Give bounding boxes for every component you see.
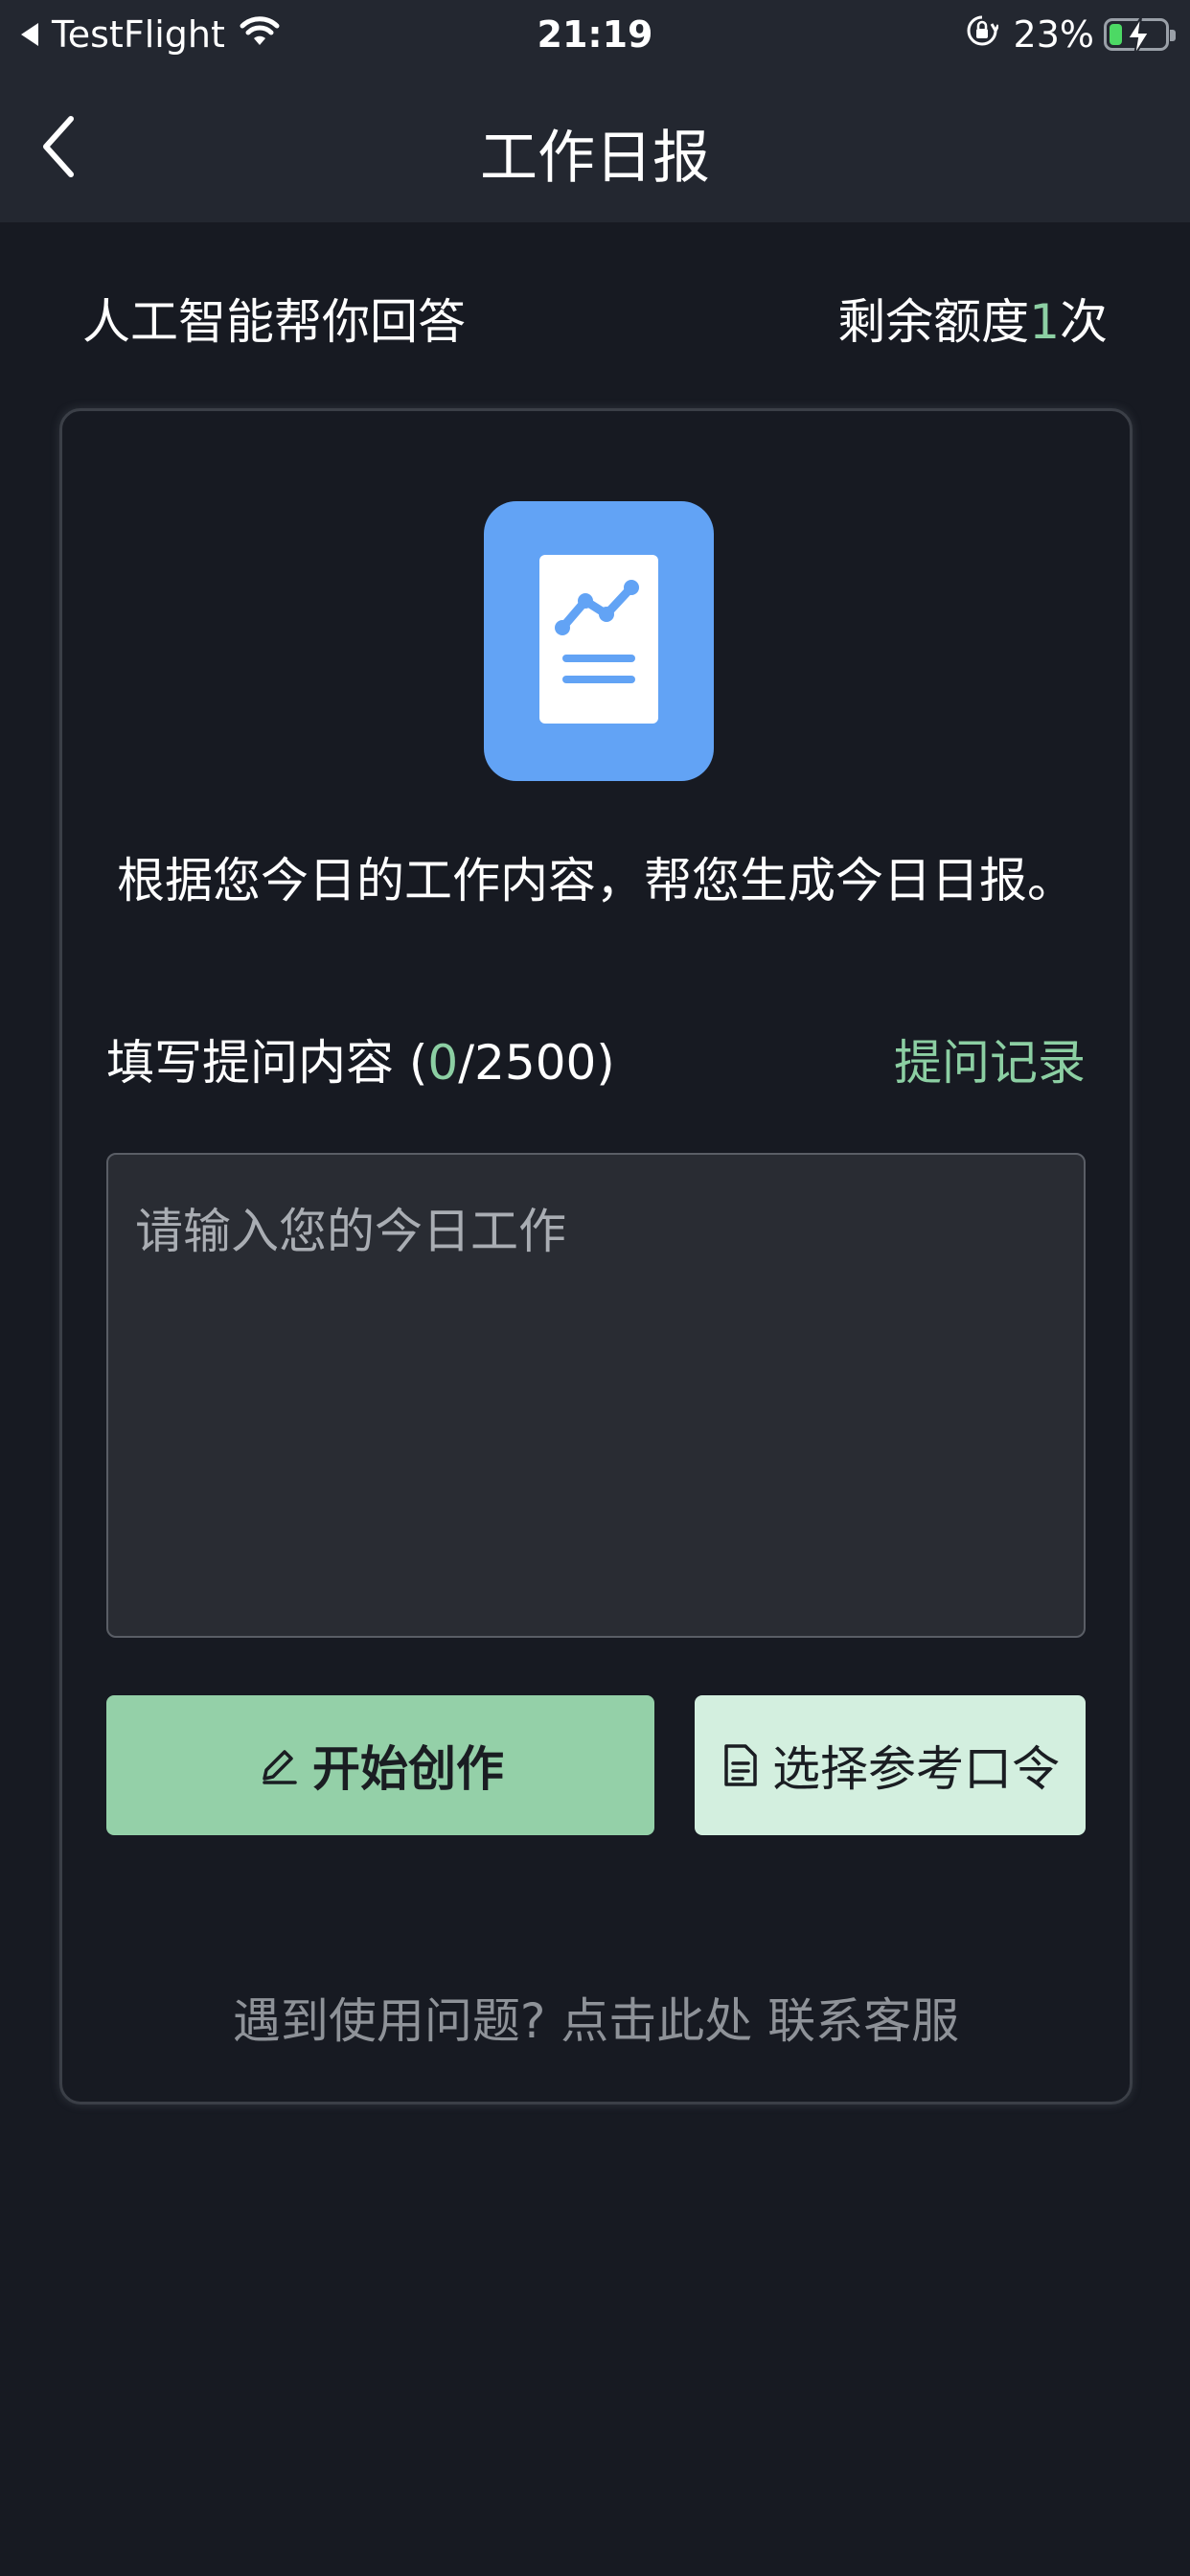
status-right: 23% — [966, 13, 1176, 57]
document-icon — [721, 1742, 759, 1788]
ai-label: 人工智能帮你回答 — [82, 294, 466, 350]
report-card: 根据您今日的工作内容，帮您生成今日日报。 填写提问内容 (0/2500) 提问记… — [59, 408, 1133, 2104]
input-label: 填写提问内容 (0/2500) — [106, 1024, 615, 1093]
help-text: 遇到使用问题? 点击此处 联系客服 — [62, 1983, 1130, 2052]
work-content-input[interactable] — [106, 1153, 1086, 1638]
report-chart-icon — [484, 501, 714, 781]
input-label-suffix: /2500) — [458, 1035, 615, 1091]
pencil-icon — [257, 1744, 299, 1786]
page-title: 工作日报 — [480, 125, 710, 192]
contact-support-link[interactable]: 联系客服 — [767, 1993, 959, 2049]
status-bar: TestFlight 21:19 23% — [0, 0, 1190, 73]
select-prompt-label: 选择参考口令 — [772, 1741, 1060, 1797]
remaining-quota: 剩余额度1次 — [837, 284, 1108, 353]
quota-count: 1 — [1029, 294, 1060, 350]
quota-suffix: 次 — [1060, 294, 1108, 350]
input-label-prefix: 填写提问内容 ( — [106, 1035, 428, 1091]
intro-text: 根据您今日的工作内容，帮您生成今日日报。 — [117, 853, 1075, 908]
question-history-link[interactable]: 提问记录 — [894, 1024, 1086, 1093]
battery-percent: 23% — [1013, 13, 1094, 56]
battery-tip — [1170, 30, 1176, 41]
select-prompt-button[interactable]: 选择参考口令 — [695, 1695, 1086, 1835]
charging-bolt-icon — [1126, 16, 1151, 64]
start-create-button[interactable]: 开始创作 — [106, 1695, 654, 1835]
help-prompt: 遇到使用问题? 点击此处 — [232, 1993, 753, 2049]
start-create-label: 开始创作 — [312, 1741, 504, 1797]
char-count: 0 — [427, 1035, 459, 1091]
top-bar: TestFlight 21:19 23% 工作日报 — [0, 0, 1190, 222]
quota-prefix: 剩余额度 — [837, 294, 1030, 350]
rotation-lock-icon — [966, 13, 999, 56]
battery-level — [1110, 24, 1122, 45]
battery-icon — [1104, 16, 1176, 57]
